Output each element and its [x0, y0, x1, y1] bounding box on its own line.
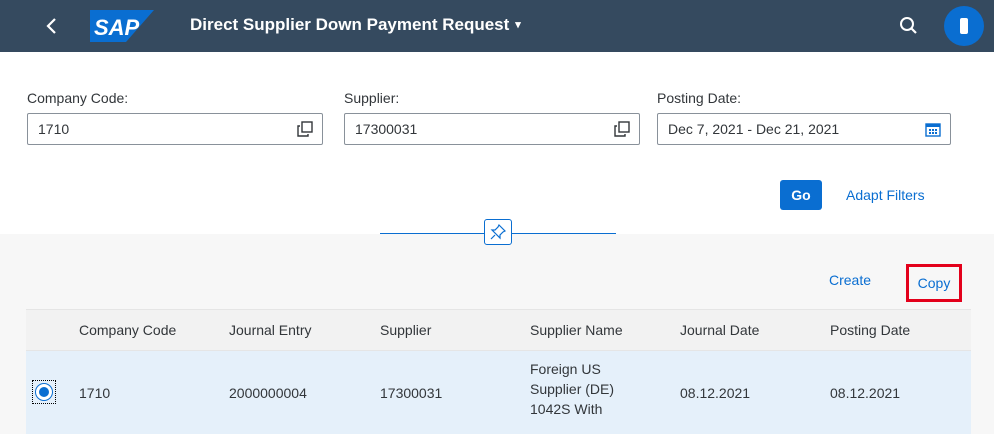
- supplier-name-line: Foreign US: [530, 361, 601, 377]
- posting-date-input[interactable]: Dec 7, 2021 - Dec 21, 2021: [657, 113, 951, 145]
- supplier-value: 17300031: [355, 121, 418, 137]
- column-header-posting-date[interactable]: Posting Date: [830, 322, 910, 338]
- company-code-value: 1710: [38, 121, 70, 137]
- column-header-supplier[interactable]: Supplier: [380, 322, 431, 338]
- supplier-name-line: 1042S With: [530, 401, 603, 417]
- column-header-journal-date[interactable]: Journal Date: [680, 322, 759, 338]
- search-button[interactable]: [896, 13, 922, 39]
- cell-journal-entry: 2000000004: [229, 385, 307, 401]
- value-help-icon[interactable]: [614, 121, 630, 137]
- app-title: Direct Supplier Down Payment Request: [190, 15, 510, 34]
- cell-supplier-name: Foreign US Supplier (DE) 1042S With: [530, 359, 614, 419]
- copy-button-label: Copy: [917, 275, 951, 291]
- go-button[interactable]: Go: [780, 180, 822, 210]
- adapt-filters-link[interactable]: Adapt Filters: [846, 187, 925, 203]
- posting-date-label: Posting Date:: [657, 90, 742, 106]
- company-code-label: Company Code:: [27, 90, 129, 106]
- cell-company-code: 1710: [79, 385, 111, 401]
- calendar-icon[interactable]: [925, 121, 941, 137]
- value-help-icon[interactable]: [297, 121, 313, 137]
- shell-bar: SAP Direct Supplier Down Payment Request…: [0, 0, 994, 52]
- back-button[interactable]: [38, 12, 66, 40]
- column-header-company-code[interactable]: Company Code: [79, 322, 176, 338]
- supplier-input[interactable]: 17300031: [344, 113, 640, 145]
- sap-logo[interactable]: SAP: [90, 10, 154, 42]
- supplier-label: Supplier:: [344, 90, 400, 106]
- search-icon: [900, 17, 917, 34]
- cell-posting-date: 08.12.2021: [830, 385, 901, 401]
- pin-header-button[interactable]: [484, 219, 512, 245]
- user-avatar[interactable]: [944, 6, 984, 46]
- column-header-journal-entry[interactable]: Journal Entry: [229, 322, 311, 338]
- column-header-supplier-name[interactable]: Supplier Name: [530, 322, 623, 338]
- cell-journal-date: 08.12.2021: [680, 385, 751, 401]
- supplier-name-line: Supplier (DE): [530, 381, 615, 397]
- sap-logo-text: SAP: [94, 15, 140, 40]
- create-button[interactable]: Create: [829, 272, 871, 288]
- chevron-left-icon: [46, 18, 56, 34]
- app-title-menu[interactable]: Direct Supplier Down Payment Request ▾: [190, 15, 521, 35]
- radio-button: [35, 383, 53, 401]
- cell-supplier: 17300031: [380, 385, 443, 401]
- copy-button[interactable]: Copy: [906, 264, 962, 302]
- company-code-input[interactable]: 1710: [27, 113, 323, 145]
- pin-icon: [490, 224, 506, 240]
- posting-date-value: Dec 7, 2021 - Dec 21, 2021: [668, 121, 840, 137]
- row-select-radio[interactable]: [32, 380, 56, 404]
- radio-selected-dot: [39, 387, 49, 397]
- caret-down-icon: ▾: [515, 19, 521, 31]
